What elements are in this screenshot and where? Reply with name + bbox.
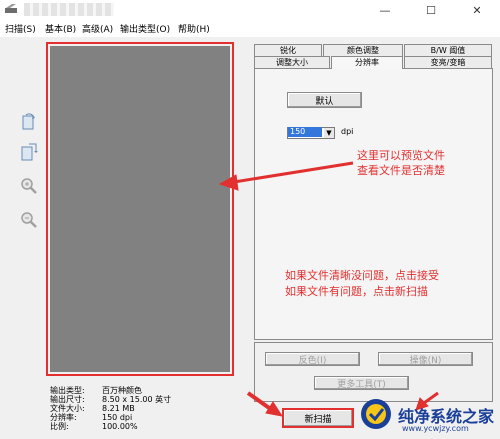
new-scan-arrowhead: [265, 401, 284, 417]
preview-arrowhead: [218, 174, 239, 191]
watermark-url: www.ycwjzy.com: [402, 424, 469, 433]
preview-arrow: [233, 161, 354, 184]
new-scan-arrow: [246, 391, 274, 412]
tab-resolution[interactable]: 分辨率: [331, 56, 403, 69]
annotation-arrows: [218, 161, 439, 417]
accept-arrow: [423, 391, 439, 405]
watermark-logo-icon: [360, 398, 392, 430]
